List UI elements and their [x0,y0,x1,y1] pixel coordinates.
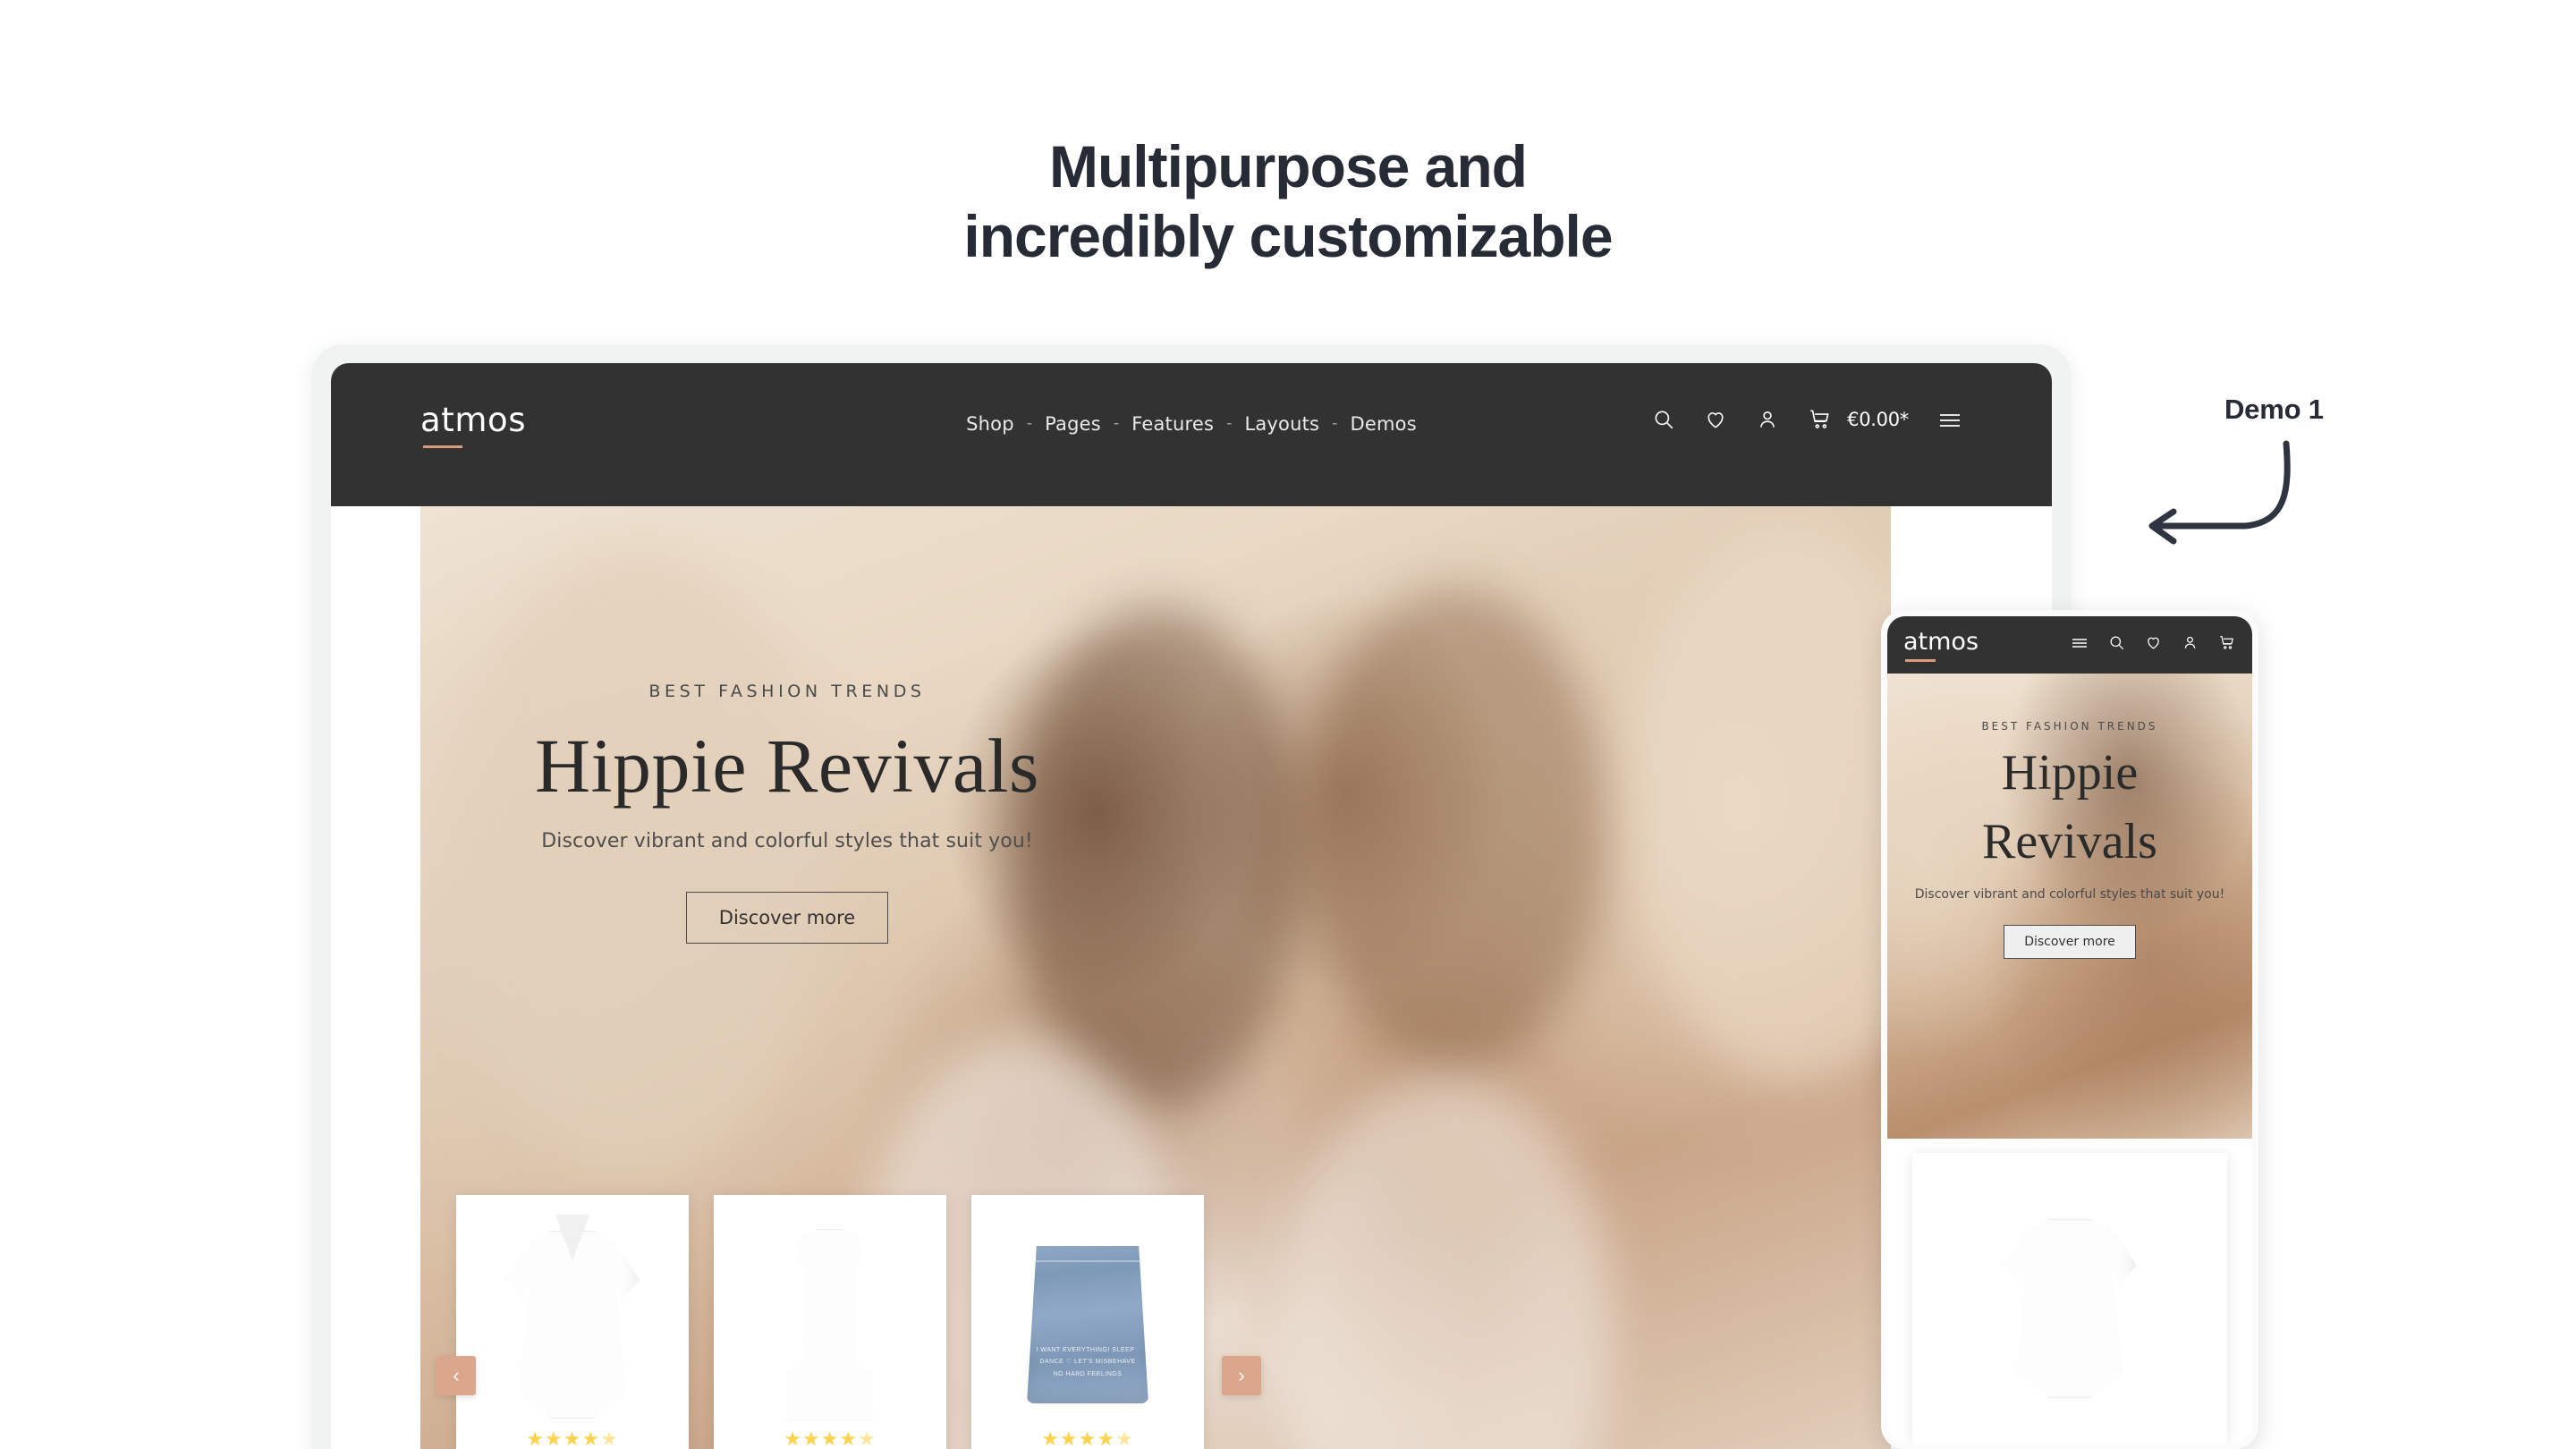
nav-item-layouts[interactable]: Layouts [1244,413,1319,435]
rating-stars: ★★★★★ [784,1428,877,1449]
nav-separator: - [1113,414,1120,433]
nav-item-shop[interactable]: Shop [966,413,1014,435]
nav-separator: - [1332,414,1338,433]
search-icon[interactable] [2108,634,2125,656]
page-root: Multipurpose and incredibly customizable… [0,0,2576,1449]
site-header: atmos Shop - Pages - Features - Layouts … [331,363,2052,506]
mobile-hero-copy: BEST FASHION TRENDS Hippie Revivals Disc… [1887,720,2252,960]
mobile-hero-eyebrow: BEST FASHION TRENDS [1981,720,2158,733]
curved-arrow-left-icon [2148,440,2291,545]
header-icon-group: €0.00* [1652,408,1962,431]
product-card-list: ★★★★★ Fashion eight women top white €45.… [456,1195,1261,1449]
nav-item-features[interactable]: Features [1131,413,1214,435]
nav-item-pages[interactable]: Pages [1045,413,1101,435]
demo-annotation-label: Demo 1 [2224,394,2324,425]
laptop-screen: atmos Shop - Pages - Features - Layouts … [331,363,2052,1449]
product-carousel: ★★★★★ Fashion eight women top white €45.… [436,1195,1261,1449]
product-image: I WANT EVERYTHING! SLEEP · DANCE ♡ LET'S… [971,1195,1204,1449]
mobile-product-card[interactable] [1912,1153,2227,1443]
mobile-hero-title-line-1: Hippie [2001,745,2139,801]
chevron-right-icon[interactable]: › [1222,1356,1261,1395]
hero-subtitle: Discover vibrant and colorful styles tha… [541,830,1033,852]
cart-icon[interactable] [1808,408,1833,431]
nav-separator: - [1226,414,1233,433]
hero-banner: BEST FASHION TRENDS Hippie Revivals Disc… [420,506,1891,1449]
chevron-left-icon[interactable]: ‹ [436,1356,476,1395]
mobile-icon-group [2071,634,2236,656]
hamburger-icon[interactable] [2071,636,2089,655]
nav-separator: - [1026,414,1033,433]
product-card[interactable]: ★★★★★ Fashion eleven women top white €45… [714,1195,946,1449]
rating-stars: ★★★★★ [1041,1428,1134,1449]
mobile-header: atmos [1887,616,2252,674]
user-icon[interactable] [2182,634,2199,656]
product-graphic-text: I WANT EVERYTHING! SLEEP · DANCE ♡ LET'S… [1036,1347,1140,1377]
page-title: Multipurpose and incredibly customizable [0,132,2576,272]
mobile-hero-title-line-2: Revivals [1982,813,2157,869]
brand-underline [423,445,462,448]
hamburger-icon[interactable] [1937,410,1962,429]
page-title-line-2: incredibly customizable [963,202,1613,269]
product-card[interactable]: ★★★★★ Fashion eight women top white €45.… [456,1195,689,1449]
mobile-discover-more-button[interactable]: Discover more [2004,925,2136,960]
mobile-brand-logo-text: atmos [1903,628,1979,656]
user-icon[interactable] [1756,408,1779,431]
mobile-screen: atmos BEST FASHION TRENDS Hippie Revival… [1887,616,2252,1443]
cart-icon[interactable] [2218,634,2236,656]
discover-more-button[interactable]: Discover more [685,892,889,944]
heart-icon[interactable] [2145,634,2162,656]
heart-icon[interactable] [1704,408,1727,431]
mobile-brand-underline [1905,659,1936,662]
cart-total[interactable]: €0.00* [1847,409,1909,430]
mobile-hero-subtitle: Discover vibrant and colorful styles tha… [1914,887,2225,902]
rating-stars: ★★★★★ [526,1428,619,1449]
product-card[interactable]: I WANT EVERYTHING! SLEEP · DANCE ♡ LET'S… [971,1195,1204,1449]
mobile-brand-logo[interactable]: atmos [1903,628,1979,662]
mobile-hero-banner: BEST FASHION TRENDS Hippie Revivals Disc… [1887,674,2252,1139]
search-icon[interactable] [1652,408,1675,431]
page-title-line-1: Multipurpose and [1049,133,1528,199]
hero-title: Hippie Revivals [534,723,1040,809]
product-image: ★★★★★ [714,1195,946,1449]
product-image: ★★★★★ [456,1195,689,1449]
mobile-mockup: atmos BEST FASHION TRENDS Hippie Revival… [1881,610,2258,1449]
laptop-mockup: atmos Shop - Pages - Features - Layouts … [311,345,2072,1449]
hero-eyebrow: BEST FASHION TRENDS [648,682,926,701]
nav-item-demos[interactable]: Demos [1351,413,1417,435]
hero-copy: BEST FASHION TRENDS Hippie Revivals Disc… [420,682,1154,944]
